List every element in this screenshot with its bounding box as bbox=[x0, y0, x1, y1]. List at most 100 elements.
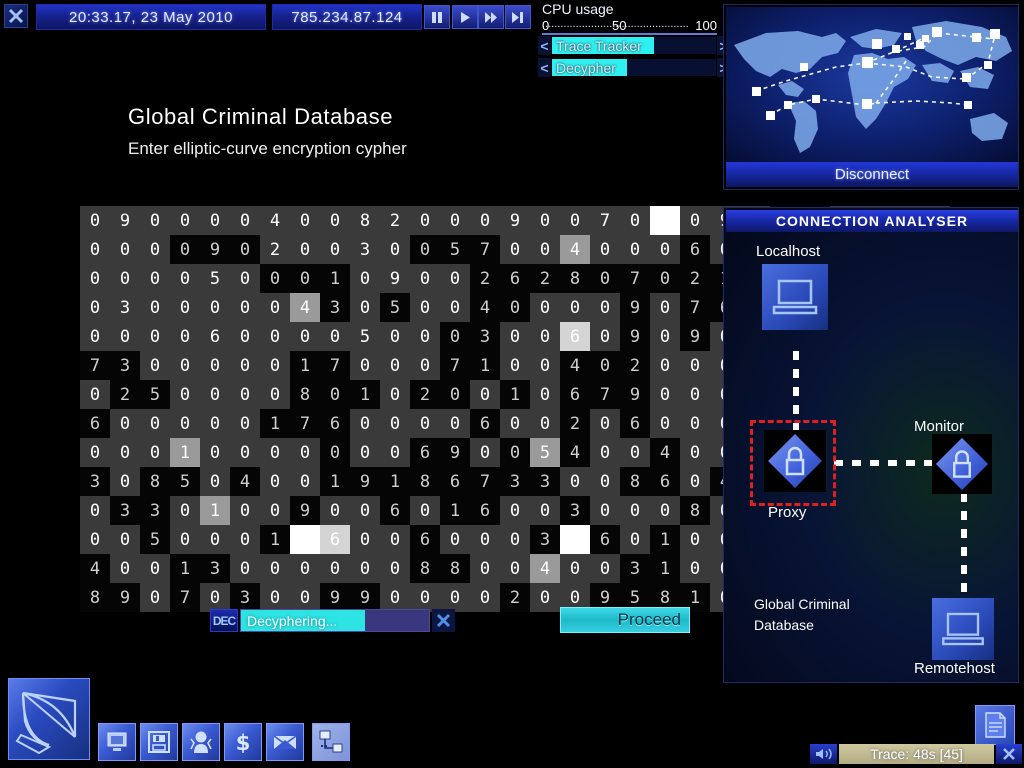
cypher-digit-cell[interactable]: 9 bbox=[110, 206, 140, 235]
cypher-digit-cell[interactable]: 0 bbox=[230, 380, 260, 409]
floppy-disk-icon[interactable] bbox=[140, 723, 178, 761]
cypher-digit-cell[interactable]: 0 bbox=[290, 235, 320, 264]
cypher-digit-cell[interactable]: 0 bbox=[170, 351, 200, 380]
cypher-digit-cell[interactable]: 0 bbox=[170, 322, 200, 351]
cypher-digit-cell[interactable]: 0 bbox=[530, 409, 560, 438]
cypher-digit-cell[interactable]: 6 bbox=[380, 496, 410, 525]
cypher-digit-cell[interactable]: 7 bbox=[170, 583, 200, 612]
cypher-digit-cell[interactable]: 0 bbox=[650, 380, 680, 409]
cypher-digit-cell[interactable]: 0 bbox=[380, 409, 410, 438]
cypher-digit-cell[interactable]: 6 bbox=[410, 525, 440, 554]
cypher-digit-cell[interactable]: 0 bbox=[170, 525, 200, 554]
laptop-icon-remotehost[interactable] bbox=[932, 598, 994, 665]
cypher-digit-cell[interactable]: 6 bbox=[320, 409, 350, 438]
cypher-digit-cell[interactable]: 0 bbox=[140, 351, 170, 380]
cypher-digit-cell[interactable]: 2 bbox=[620, 351, 650, 380]
cypher-digit-cell[interactable]: 0 bbox=[500, 554, 530, 583]
cypher-digit-cell[interactable]: 6 bbox=[680, 235, 710, 264]
world-map[interactable] bbox=[726, 7, 1018, 162]
cypher-digit-cell[interactable]: 0 bbox=[260, 554, 290, 583]
cypher-digit-cell[interactable]: 0 bbox=[110, 554, 140, 583]
cypher-digit-cell[interactable]: 3 bbox=[110, 351, 140, 380]
cypher-digit-cell[interactable]: 0 bbox=[320, 496, 350, 525]
cypher-digit-cell[interactable]: 4 bbox=[290, 293, 320, 322]
cypher-digit-cell[interactable]: 0 bbox=[80, 322, 110, 351]
cypher-digit-cell[interactable]: 0 bbox=[560, 206, 590, 235]
cypher-digit-cell[interactable]: 8 bbox=[560, 264, 590, 293]
cypher-digit-cell[interactable]: 3 bbox=[470, 322, 500, 351]
cypher-digit-cell[interactable]: 0 bbox=[230, 322, 260, 351]
cypher-digit-cell[interactable]: 0 bbox=[590, 322, 620, 351]
cypher-digit-cell[interactable]: 0 bbox=[680, 554, 710, 583]
cypher-digit-cell[interactable]: 6 bbox=[470, 496, 500, 525]
cypher-digit-cell[interactable]: 0 bbox=[500, 409, 530, 438]
cypher-digit-cell[interactable]: 1 bbox=[650, 554, 680, 583]
cypher-digit-cell[interactable]: 0 bbox=[590, 438, 620, 467]
cypher-digit-cell[interactable]: 0 bbox=[140, 293, 170, 322]
cypher-digit-cell[interactable]: 0 bbox=[320, 206, 350, 235]
cypher-digit-cell[interactable]: 3 bbox=[620, 554, 650, 583]
cypher-digit-cell[interactable]: 0 bbox=[650, 496, 680, 525]
cypher-digit-cell[interactable]: 1 bbox=[380, 467, 410, 496]
cypher-digit-cell[interactable]: 0 bbox=[380, 525, 410, 554]
cypher-digit-cell[interactable]: 0 bbox=[500, 496, 530, 525]
cypher-digit-cell[interactable]: 1 bbox=[260, 409, 290, 438]
cypher-digit-cell[interactable]: 0 bbox=[530, 322, 560, 351]
cypher-digit-cell[interactable]: 0 bbox=[470, 525, 500, 554]
cypher-digit-cell[interactable]: 0 bbox=[410, 496, 440, 525]
cypher-digit-cell[interactable]: 0 bbox=[230, 264, 260, 293]
cypher-digit-cell[interactable]: 0 bbox=[440, 293, 470, 322]
play-button[interactable] bbox=[452, 5, 478, 29]
cypher-digit-cell[interactable]: 0 bbox=[590, 409, 620, 438]
cypher-digit-cell[interactable]: 7 bbox=[620, 264, 650, 293]
cypher-digit-cell[interactable]: 0 bbox=[350, 351, 380, 380]
cypher-digit-cell[interactable]: 0 bbox=[620, 206, 650, 235]
cypher-digit-cell[interactable]: 8 bbox=[410, 467, 440, 496]
cypher-digit-cell[interactable]: 5 bbox=[140, 525, 170, 554]
cypher-digit-cell[interactable]: 0 bbox=[110, 235, 140, 264]
cypher-digit-cell[interactable]: 1 bbox=[470, 351, 500, 380]
cypher-digit-cell[interactable]: 6 bbox=[470, 409, 500, 438]
cypher-digit-cell[interactable]: 2 bbox=[680, 264, 710, 293]
cypher-digit-cell[interactable]: 8 bbox=[350, 206, 380, 235]
cypher-digit-cell[interactable]: 8 bbox=[410, 554, 440, 583]
cypher-digit-cell[interactable]: 6 bbox=[560, 380, 590, 409]
cypher-digit-cell[interactable]: 9 bbox=[620, 322, 650, 351]
cypher-digit-cell[interactable]: 0 bbox=[530, 496, 560, 525]
proceed-button[interactable]: Proceed bbox=[560, 607, 690, 633]
cypher-digit-cell[interactable]: 8 bbox=[440, 554, 470, 583]
cypher-digit-cell[interactable]: 0 bbox=[80, 496, 110, 525]
cypher-digit-cell[interactable]: 6 bbox=[590, 525, 620, 554]
cypher-digit-cell[interactable]: 3 bbox=[350, 235, 380, 264]
cypher-digit-cell[interactable]: 1 bbox=[200, 496, 230, 525]
cypher-digit-cell[interactable]: 2 bbox=[500, 583, 530, 612]
cypher-digit-cell[interactable]: 2 bbox=[380, 206, 410, 235]
cypher-digit-cell[interactable]: 0 bbox=[140, 235, 170, 264]
lock-diamond-icon-monitor[interactable] bbox=[932, 434, 992, 499]
cypher-digit-cell[interactable]: 0 bbox=[410, 409, 440, 438]
cypher-digit-cell[interactable]: 0 bbox=[260, 293, 290, 322]
cypher-digit-cell[interactable]: 2 bbox=[260, 235, 290, 264]
cypher-digit-cell[interactable]: 0 bbox=[230, 496, 260, 525]
cypher-digit-cell[interactable]: 7 bbox=[590, 206, 620, 235]
cypher-digit-cell[interactable]: 6 bbox=[500, 264, 530, 293]
cypher-digit-cell[interactable]: 6 bbox=[620, 409, 650, 438]
cypher-digit-cell[interactable]: 1 bbox=[500, 380, 530, 409]
cypher-digit-cell[interactable]: 5 bbox=[170, 467, 200, 496]
cypher-digit-cell[interactable]: 8 bbox=[680, 496, 710, 525]
cypher-digit-cell[interactable]: 3 bbox=[140, 496, 170, 525]
cypher-digit-cell[interactable]: 0 bbox=[530, 351, 560, 380]
cypher-digit-cell[interactable]: 0 bbox=[350, 554, 380, 583]
network-icon[interactable] bbox=[312, 723, 350, 761]
cypher-digit-cell[interactable]: 0 bbox=[230, 554, 260, 583]
cypher-digit-cell[interactable]: 1 bbox=[440, 496, 470, 525]
cypher-digit-cell[interactable]: 0 bbox=[530, 583, 560, 612]
cypher-digit-cell[interactable]: 3 bbox=[530, 525, 560, 554]
cypher-digit-cell[interactable]: 0 bbox=[290, 322, 320, 351]
cypher-digit-cell[interactable]: 0 bbox=[560, 467, 590, 496]
disconnect-button[interactable]: Disconnect bbox=[726, 162, 1018, 187]
cypher-digit-cell[interactable]: 0 bbox=[500, 525, 530, 554]
cypher-digit-cell[interactable]: 0 bbox=[620, 496, 650, 525]
dollar-icon[interactable]: $ bbox=[224, 723, 262, 761]
cypher-digit-cell[interactable]: 6 bbox=[440, 467, 470, 496]
